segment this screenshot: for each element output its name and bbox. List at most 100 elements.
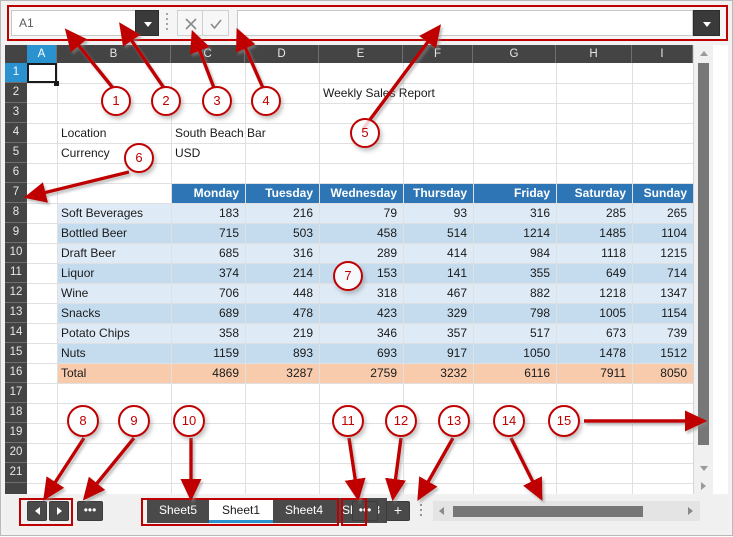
row-header-20[interactable]: 20 xyxy=(5,443,27,463)
row-label: Draft Beer xyxy=(61,243,167,263)
scroll-up-button[interactable] xyxy=(694,45,713,61)
row-header-1[interactable]: 1 xyxy=(5,63,27,83)
arrow-right-icon xyxy=(701,482,706,490)
data-cell: 214 xyxy=(245,263,313,283)
row-header-5[interactable]: 5 xyxy=(5,143,27,163)
column-header-a[interactable]: A xyxy=(27,45,57,63)
fill-handle[interactable] xyxy=(54,81,59,86)
row-header-18[interactable]: 18 xyxy=(5,403,27,423)
row-header-3[interactable]: 3 xyxy=(5,103,27,123)
vertical-scrollbar[interactable] xyxy=(693,45,713,494)
annotation-marker-9: 9 xyxy=(118,405,150,437)
data-cell: 141 xyxy=(403,263,467,283)
row-header-19[interactable]: 19 xyxy=(5,423,27,443)
tab-bar-more-icon[interactable] xyxy=(419,504,423,520)
total-cell: 2759 xyxy=(319,363,397,383)
data-cell: 673 xyxy=(556,323,626,343)
data-cell: 1118 xyxy=(556,243,626,263)
data-cell: 503 xyxy=(245,223,313,243)
column-header-c[interactable]: C xyxy=(171,45,245,63)
data-cell: 289 xyxy=(319,243,397,263)
data-cell: 517 xyxy=(473,323,550,343)
row-header-15[interactable]: 15 xyxy=(5,343,27,363)
total-label: Total xyxy=(61,363,167,383)
total-cell: 8050 xyxy=(632,363,687,383)
active-cell-selection[interactable] xyxy=(27,63,57,83)
data-cell: 917 xyxy=(403,343,467,363)
row-label: Wine xyxy=(61,283,167,303)
report-title: Weekly Sales Report xyxy=(323,83,469,103)
data-cell: 183 xyxy=(171,203,239,223)
data-cell: 984 xyxy=(473,243,550,263)
day-header-sunday: Sunday xyxy=(632,183,687,203)
row-header-10[interactable]: 10 xyxy=(5,243,27,263)
row-header-13[interactable]: 13 xyxy=(5,303,27,323)
row-header-12[interactable]: 12 xyxy=(5,283,27,303)
highlight-formula-bar xyxy=(7,5,728,41)
highlight-overflow-button xyxy=(341,498,367,526)
annotation-marker-5: 5 xyxy=(350,118,380,148)
row-header-9[interactable]: 9 xyxy=(5,223,27,243)
currency-value: USD xyxy=(175,143,315,163)
row-header-6[interactable]: 6 xyxy=(5,163,27,183)
data-cell: 1214 xyxy=(473,223,550,243)
row-header-4[interactable]: 4 xyxy=(5,123,27,143)
data-cell: 693 xyxy=(319,343,397,363)
row-label: Potato Chips xyxy=(61,323,167,343)
sheet-list-left-button[interactable]: ••• xyxy=(77,501,103,521)
row-header-11[interactable]: 11 xyxy=(5,263,27,283)
data-cell: 798 xyxy=(473,303,550,323)
column-header-f[interactable]: F xyxy=(403,45,473,63)
data-cell: 357 xyxy=(403,323,467,343)
row-header-7[interactable]: 7 xyxy=(5,183,27,203)
row-header-16[interactable]: 16 xyxy=(5,363,27,383)
row-header-8[interactable]: 8 xyxy=(5,203,27,223)
scroll-right-corner-button[interactable] xyxy=(694,477,713,494)
row-header-14[interactable]: 14 xyxy=(5,323,27,343)
column-header-i[interactable]: I xyxy=(632,45,693,63)
annotation-marker-3: 3 xyxy=(202,86,232,116)
hscroll-left-button[interactable] xyxy=(433,501,451,521)
row-header-17[interactable]: 17 xyxy=(5,383,27,403)
day-header-saturday: Saturday xyxy=(556,183,626,203)
data-cell: 93 xyxy=(403,203,467,223)
annotation-marker-10: 10 xyxy=(173,405,205,437)
column-header-d[interactable]: D xyxy=(245,45,319,63)
data-cell: 1005 xyxy=(556,303,626,323)
total-cell: 7911 xyxy=(556,363,626,383)
data-cell: 355 xyxy=(473,263,550,283)
annotation-marker-4: 4 xyxy=(251,86,281,116)
add-sheet-button[interactable]: + xyxy=(386,501,410,521)
total-cell: 4869 xyxy=(171,363,239,383)
horizontal-scrollbar[interactable] xyxy=(433,501,700,521)
arrow-down-icon xyxy=(700,466,708,471)
row-header-2[interactable]: 2 xyxy=(5,83,27,103)
data-cell: 1485 xyxy=(556,223,626,243)
annotation-marker-6: 6 xyxy=(124,143,154,173)
data-cell: 216 xyxy=(245,203,313,223)
data-cell: 1159 xyxy=(171,343,239,363)
horizontal-scrollbar-thumb[interactable] xyxy=(453,506,643,517)
data-cell: 458 xyxy=(319,223,397,243)
data-cell: 1050 xyxy=(473,343,550,363)
column-header-b[interactable]: B xyxy=(57,45,171,63)
data-cell: 1218 xyxy=(556,283,626,303)
data-cell: 316 xyxy=(473,203,550,223)
scroll-down-button[interactable] xyxy=(694,460,713,476)
data-cell: 1154 xyxy=(632,303,687,323)
column-header-e[interactable]: E xyxy=(319,45,403,63)
column-header-h[interactable]: H xyxy=(556,45,632,63)
hscroll-right-button[interactable] xyxy=(682,501,700,521)
highlight-sheet-tabs xyxy=(141,498,339,526)
annotation-marker-1: 1 xyxy=(101,86,131,116)
data-cell: 739 xyxy=(632,323,687,343)
data-cell: 467 xyxy=(403,283,467,303)
row-header-21[interactable]: 21 xyxy=(5,463,27,483)
row-label: Bottled Beer xyxy=(61,223,167,243)
column-header-g[interactable]: G xyxy=(473,45,556,63)
day-header-friday: Friday xyxy=(473,183,550,203)
vertical-scrollbar-thumb[interactable] xyxy=(698,63,709,445)
annotation-marker-11: 11 xyxy=(332,405,364,437)
data-cell: 689 xyxy=(171,303,239,323)
data-cell: 1478 xyxy=(556,343,626,363)
